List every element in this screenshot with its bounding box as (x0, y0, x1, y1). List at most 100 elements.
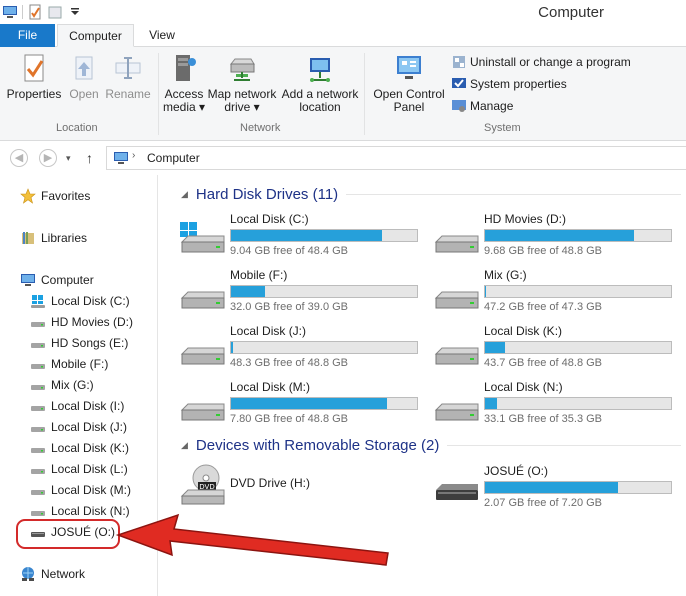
drive-name: JOSUÉ (O:) (484, 464, 549, 478)
capacity-fill (231, 342, 233, 353)
open-button[interactable]: Open (66, 52, 102, 101)
add-location-label-2: location (299, 100, 341, 114)
access-media-button[interactable]: Access media ▾ (162, 52, 206, 114)
drive-tile[interactable]: Mix (G:) 47.2 GB free of 47.3 GB (434, 268, 684, 316)
section-hard-disk-drives[interactable]: ◢ Hard Disk Drives (11) (181, 186, 681, 203)
location-group-label: Location (56, 122, 98, 134)
uninstall-program-button[interactable]: Uninstall or change a program (451, 54, 631, 70)
nav-drive-i[interactable]: Local Disk (I:) (30, 398, 124, 414)
hard-drive-icon (180, 403, 225, 421)
collapse-chevron-icon: ◢ (181, 189, 188, 199)
nav-drive-c[interactable]: Local Disk (C:) (30, 293, 130, 309)
tab-view[interactable]: View (136, 24, 188, 47)
access-media-label-2: media ▾ (162, 100, 206, 114)
nav-favorites[interactable]: Favorites (20, 188, 90, 204)
nav-computer-label: Computer (41, 273, 94, 287)
hard-drive-icon (31, 406, 45, 411)
manage-icon (452, 100, 466, 112)
rename-button[interactable]: Rename (104, 52, 152, 101)
drive-free-space: 9.04 GB free of 48.4 GB (230, 245, 349, 257)
windows-drive-icon (180, 222, 225, 253)
drive-tile[interactable]: Local Disk (N:) 33.1 GB free of 35.3 GB (434, 380, 684, 428)
section-hdd-title: Hard Disk Drives (11) (195, 186, 339, 203)
breadcrumb-chevron-icon[interactable]: › (132, 150, 135, 161)
nav-network[interactable]: Network (20, 566, 85, 582)
hard-drive-icon (180, 347, 225, 365)
properties-icon[interactable] (27, 4, 43, 20)
nav-drive-label: HD Songs (E:) (51, 336, 129, 350)
hard-drive-icon (31, 343, 45, 348)
drive-tile[interactable]: Mobile (F:) 32.0 GB free of 39.0 GB (180, 268, 430, 316)
drive-tile[interactable]: Local Disk (C:) 9.04 GB free of 48.4 GB (180, 212, 430, 260)
nav-drive-label: Local Disk (C:) (51, 294, 130, 308)
up-arrow-icon[interactable]: ↑ (86, 150, 93, 166)
nav-drive-f[interactable]: Mobile (F:) (30, 356, 108, 372)
section-removable-storage[interactable]: ◢ Devices with Removable Storage (2) (181, 437, 681, 454)
nav-drive-m[interactable]: Local Disk (M:) (30, 482, 131, 498)
nav-drive-label: Local Disk (J:) (51, 420, 128, 434)
new-folder-icon[interactable] (47, 4, 63, 20)
map-network-drive-button[interactable]: Map network drive ▾ (206, 52, 278, 114)
address-box[interactable]: › Computer (106, 146, 686, 170)
drive-tile[interactable]: Local Disk (J:) 48.3 GB free of 48.8 GB (180, 324, 430, 372)
quick-access-toolbar (2, 4, 83, 20)
open-control-panel-button[interactable]: Open Control Panel (370, 52, 448, 114)
computer-icon (114, 152, 128, 164)
nav-drive-g[interactable]: Mix (G:) (30, 377, 94, 393)
capacity-fill (485, 482, 618, 493)
hard-drive-icon (31, 469, 45, 474)
window-title: Computer (538, 4, 604, 21)
capacity-bar (484, 397, 672, 410)
forward-button[interactable]: ▶ (39, 149, 57, 167)
capacity-fill (485, 398, 497, 409)
drive-name: Mix (G:) (484, 268, 527, 282)
ribbon-tabs: File Computer View (0, 24, 686, 47)
hard-drive-icon (434, 235, 479, 253)
hard-drive-icon (434, 403, 479, 421)
drive-name: Local Disk (J:) (230, 324, 307, 338)
add-network-location-button[interactable]: Add a network location (280, 52, 360, 114)
hard-drive-icon (434, 291, 479, 309)
hard-drive-icon (31, 364, 45, 369)
address-bar: ◀ ▶ ▾ ↑ › Computer (0, 141, 686, 175)
uninstall-label: Uninstall or change a program (470, 55, 631, 69)
capacity-fill (231, 398, 388, 409)
nav-drive-e[interactable]: HD Songs (E:) (30, 335, 128, 351)
properties-icon (24, 54, 44, 82)
tab-computer[interactable]: Computer (57, 24, 134, 47)
network-icon (22, 567, 34, 581)
nav-computer[interactable]: Computer (20, 272, 94, 288)
drive-tile-usb[interactable]: JOSUÉ (O:) 2.07 GB free of 7.20 GB (434, 464, 684, 512)
breadcrumb-computer[interactable]: Computer (147, 151, 200, 165)
nav-drive-k[interactable]: Local Disk (K:) (30, 440, 129, 456)
programs-icon (453, 56, 465, 68)
ribbon: Properties Open Rename Location Access m… (0, 47, 686, 141)
back-button[interactable]: ◀ (10, 149, 28, 167)
customize-toolbar-icon[interactable] (67, 4, 83, 20)
drive-tile[interactable]: Local Disk (M:) 7.80 GB free of 48.8 GB (180, 380, 430, 428)
nav-favorites-label: Favorites (41, 189, 91, 203)
drive-free-space: 32.0 GB free of 39.0 GB (230, 301, 349, 313)
nav-drive-label: Local Disk (M:) (51, 483, 132, 497)
manage-button[interactable]: Manage (451, 98, 513, 114)
nav-drive-l[interactable]: Local Disk (L:) (30, 461, 128, 477)
nav-libraries[interactable]: Libraries (20, 230, 87, 246)
computer-icon[interactable] (2, 4, 18, 20)
drive-tile[interactable]: HD Movies (D:) 9.68 GB free of 48.8 GB (434, 212, 684, 260)
capacity-fill (485, 342, 505, 353)
drive-free-space: 9.68 GB free of 48.8 GB (484, 245, 603, 257)
nav-network-label: Network (41, 567, 86, 581)
drive-tile[interactable]: Local Disk (K:) 43.7 GB free of 48.8 GB (434, 324, 684, 372)
nav-drive-j[interactable]: Local Disk (J:) (30, 419, 127, 435)
windows-drive-icon (31, 295, 45, 308)
nav-drive-d[interactable]: HD Movies (D:) (30, 314, 133, 330)
system-properties-icon (452, 78, 466, 88)
capacity-bar (230, 397, 418, 410)
drive-free-space: 43.7 GB free of 48.8 GB (484, 357, 603, 369)
recent-locations-chevron-icon[interactable]: ▾ (66, 153, 71, 164)
system-properties-button[interactable]: System properties (451, 76, 567, 92)
tab-file[interactable]: File (0, 24, 55, 47)
properties-button[interactable]: Properties (6, 52, 62, 101)
section-divider (346, 194, 681, 195)
drive-free-space: 33.1 GB free of 35.3 GB (484, 413, 603, 425)
